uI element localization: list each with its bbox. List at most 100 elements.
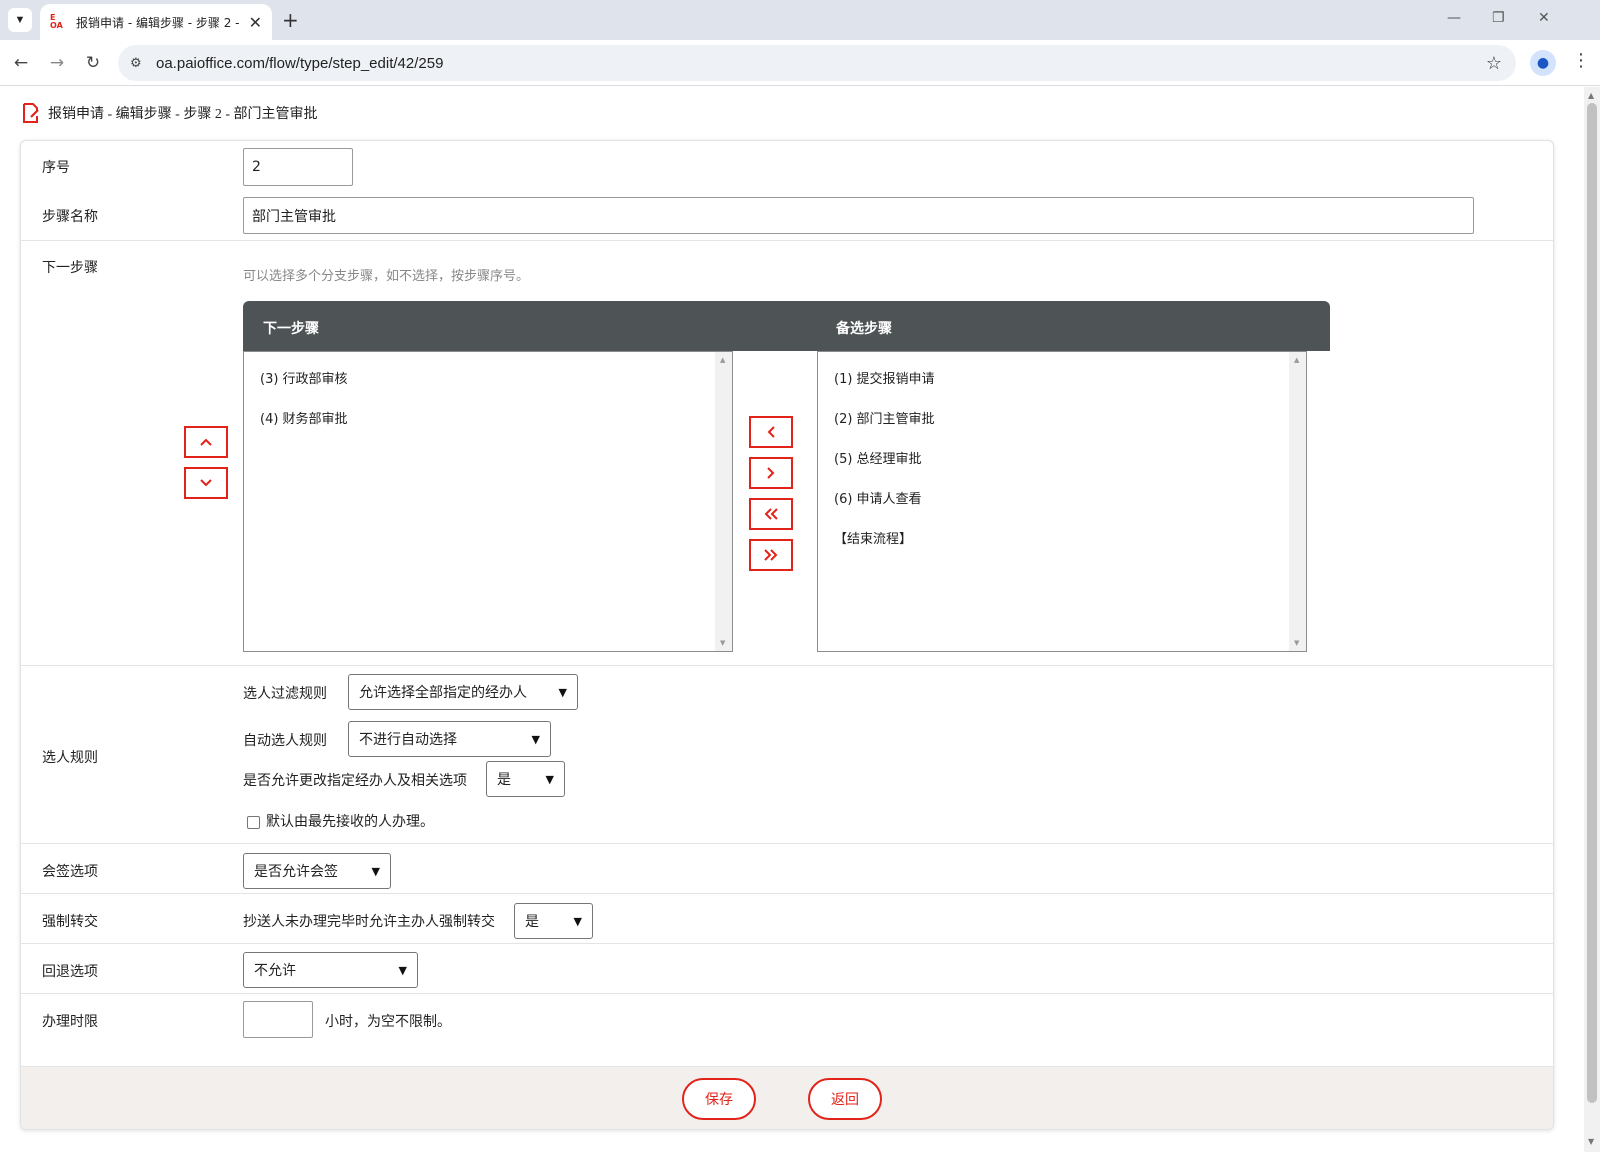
filter-rule-select[interactable]: 允许选择全部指定的经办人 ▼ (348, 674, 578, 710)
page-scrollbar-thumb[interactable] (1587, 103, 1597, 1103)
scroll-down-arrow-icon[interactable]: ▼ (1588, 1137, 1594, 1146)
row-divider (21, 993, 1553, 994)
dual-list-header: 下一步骤 备选步骤 (243, 301, 1330, 351)
forward-arrow-icon[interactable]: → (44, 50, 70, 76)
next-step-label: 下一步骤 (42, 261, 98, 276)
tab-title: 报销申请 - 编辑步骤 - 步骤 2 - (76, 15, 240, 30)
countersign-value: 是否允许会签 (254, 864, 338, 880)
restore-icon[interactable]: ❐ (1492, 10, 1505, 26)
scroll-up-arrow-icon[interactable]: ▲ (720, 356, 725, 364)
bookmark-star-icon[interactable]: ☆ (1486, 53, 1502, 74)
browser-menu-icon[interactable]: ⋮ (1572, 50, 1590, 71)
move-all-left-button[interactable] (749, 498, 793, 530)
tab-close-icon[interactable]: ✕ (249, 13, 262, 32)
selected-steps-listbox[interactable]: (3) 行政部审核 (4) 财务部审批 ▲ ▼ (243, 351, 733, 652)
tab-list-chevron-icon[interactable]: ▼ (8, 8, 32, 32)
browser-tab-bar: ▼ E OA 报销申请 - 编辑步骤 - 步骤 2 - ✕ + — ❐ ✕ (0, 0, 1600, 40)
list-item[interactable]: (6) 申请人查看 (834, 488, 922, 507)
force-transfer-value: 是 (525, 914, 539, 930)
default-first-label: 默认由最先接收的人办理。 (266, 815, 434, 830)
list-item[interactable]: (5) 总经理审批 (834, 448, 922, 467)
selected-steps-header: 下一步骤 (263, 321, 319, 337)
row-divider (21, 843, 1553, 844)
row-divider (21, 665, 1553, 666)
chevron-left-icon (767, 426, 775, 438)
available-steps-listbox[interactable]: (1) 提交报销申请 (2) 部门主管审批 (5) 总经理审批 (6) 申请人查… (817, 351, 1307, 652)
form-footer: 保存 返回 (21, 1066, 1553, 1129)
chevron-right-icon (767, 467, 775, 479)
selection-rules-label: 选人规则 (42, 751, 98, 766)
double-chevron-right-icon (764, 549, 778, 561)
chevron-down-icon: ▼ (531, 732, 540, 746)
profile-avatar-icon[interactable]: ● (1530, 50, 1556, 76)
chevron-down-icon: ▼ (371, 864, 380, 878)
browser-tab[interactable]: E OA 报销申请 - 编辑步骤 - 步骤 2 - ✕ (40, 4, 272, 40)
minimize-icon[interactable]: — (1447, 10, 1461, 26)
move-left-button[interactable] (749, 416, 793, 448)
allow-change-select[interactable]: 是 ▼ (486, 761, 565, 797)
scroll-up-arrow-icon[interactable]: ▲ (1294, 356, 1299, 364)
time-limit-label: 办理时限 (42, 1015, 98, 1030)
rollback-value: 不允许 (254, 963, 296, 979)
site-favicon-icon: E OA (50, 13, 63, 30)
allow-change-value: 是 (497, 772, 511, 788)
page-header: 报销申请 - 编辑步骤 - 步骤 2 - 部门主管审批 (22, 102, 318, 124)
document-edit-icon (23, 103, 39, 123)
step-name-label: 步骤名称 (42, 210, 98, 225)
scroll-up-arrow-icon[interactable]: ▲ (1588, 91, 1594, 100)
new-tab-plus-icon[interactable]: + (282, 8, 299, 32)
list-item[interactable]: (4) 财务部审批 (260, 408, 348, 427)
listbox-scrollbar[interactable]: ▲ ▼ (715, 352, 732, 651)
chevron-down-icon: ▼ (398, 963, 407, 977)
force-transfer-text: 抄送人未办理完毕时允许主办人强制转交 (243, 915, 495, 930)
list-item[interactable]: (3) 行政部审核 (260, 368, 348, 387)
row-divider (21, 893, 1553, 894)
scroll-down-arrow-icon[interactable]: ▼ (1294, 639, 1299, 647)
window-close-icon[interactable]: ✕ (1538, 10, 1550, 26)
address-bar[interactable]: ⚙ oa.paioffice.com/flow/type/step_edit/4… (118, 45, 1516, 81)
move-right-button[interactable] (749, 457, 793, 489)
time-limit-input[interactable] (243, 1001, 313, 1038)
rollback-select[interactable]: 不允许 ▼ (243, 952, 418, 988)
chevron-down-icon: ▼ (545, 772, 554, 786)
move-down-button[interactable] (184, 467, 228, 499)
rollback-label: 回退选项 (42, 965, 98, 980)
save-button[interactable]: 保存 (682, 1078, 756, 1120)
chevron-down-icon: ▼ (573, 914, 582, 928)
auto-rule-select[interactable]: 不进行自动选择 ▼ (348, 721, 551, 757)
scroll-down-arrow-icon[interactable]: ▼ (720, 639, 725, 647)
list-item[interactable]: (1) 提交报销申请 (834, 368, 935, 387)
chevron-down-icon: ▼ (558, 685, 567, 699)
double-chevron-left-icon (764, 508, 778, 520)
seq-label: 序号 (42, 161, 70, 176)
move-up-button[interactable] (184, 426, 228, 458)
reload-icon[interactable]: ↻ (80, 50, 106, 76)
allow-change-label: 是否允许更改指定经办人及相关选项 (243, 774, 467, 789)
force-transfer-select[interactable]: 是 ▼ (514, 903, 593, 939)
page-title: 报销申请 - 编辑步骤 - 步骤 2 - 部门主管审批 (48, 107, 318, 122)
filter-rule-value: 允许选择全部指定的经办人 (359, 685, 527, 701)
seq-input[interactable]: 2 (243, 148, 353, 186)
url-text[interactable]: oa.paioffice.com/flow/type/step_edit/42/… (156, 55, 443, 72)
list-item[interactable]: 【结束流程】 (834, 528, 912, 547)
chevron-down-icon (200, 479, 212, 487)
page-scrollbar[interactable]: ▲ ▼ (1584, 87, 1600, 1152)
browser-toolbar: ← → ↻ ⚙ oa.paioffice.com/flow/type/step_… (0, 40, 1600, 86)
listbox-scrollbar[interactable]: ▲ ▼ (1289, 352, 1306, 651)
available-steps-header: 备选步骤 (836, 321, 892, 337)
back-arrow-icon[interactable]: ← (8, 50, 34, 76)
filter-rule-label: 选人过滤规则 (243, 687, 327, 702)
list-item[interactable]: (2) 部门主管审批 (834, 408, 935, 427)
step-edit-form: 序号 2 步骤名称 部门主管审批 下一步骤 可以选择多个分支步骤，如不选择，按步… (20, 140, 1554, 1130)
move-all-right-button[interactable] (749, 539, 793, 571)
next-step-hint: 可以选择多个分支步骤，如不选择，按步骤序号。 (243, 268, 530, 283)
step-name-input[interactable]: 部门主管审批 (243, 197, 1474, 234)
site-info-icon[interactable]: ⚙ (130, 56, 146, 71)
chevron-up-icon (200, 438, 212, 446)
auto-rule-value: 不进行自动选择 (359, 732, 457, 748)
countersign-select[interactable]: 是否允许会签 ▼ (243, 853, 391, 889)
auto-rule-label: 自动选人规则 (243, 734, 327, 749)
back-button[interactable]: 返回 (808, 1078, 882, 1120)
force-transfer-label: 强制转交 (42, 915, 98, 930)
default-first-checkbox[interactable] (247, 816, 260, 829)
